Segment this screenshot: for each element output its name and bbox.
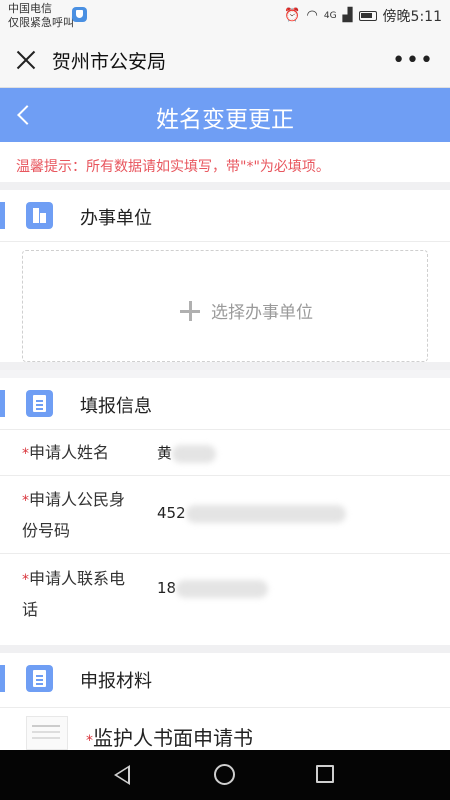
redacted-value [172, 444, 217, 463]
info-form: *申请人姓名 黄 *申请人公民身 份号码 452 *申请人联系电 话 18 [0, 430, 450, 653]
section-accent [0, 665, 5, 692]
building-icon [26, 202, 53, 229]
field-applicant-name[interactable]: *申请人姓名 黄 [0, 430, 450, 476]
section-header-info: 填报信息 [0, 378, 450, 430]
nav-recent-apps-icon[interactable] [316, 765, 334, 783]
material-label: *监护人书面申请书 [86, 726, 253, 750]
document-thumbnail[interactable] [26, 716, 68, 750]
required-mark: * [22, 572, 29, 588]
clock: 傍晚5:11 [382, 9, 442, 25]
section-title-materials: 申报材料 [80, 671, 152, 692]
material-item[interactable]: *监护人书面申请书 [0, 708, 450, 750]
required-mark: * [22, 493, 29, 509]
wifi-icon: ◠ [306, 8, 318, 23]
field-applicant-id[interactable]: *申请人公民身 份号码 452 [0, 476, 450, 554]
document-icon [26, 390, 53, 417]
network-type: 4G [323, 11, 337, 21]
plus-icon [180, 301, 200, 321]
page-header: 姓名变更更正 [0, 88, 450, 142]
carrier-name: 中国电信 [8, 2, 52, 15]
shield-icon [72, 7, 87, 22]
field-value-phone[interactable]: 18 [157, 579, 269, 598]
app-title-bar: 贺州市公安局 ••• [0, 34, 450, 88]
more-options-icon[interactable]: ••• [392, 50, 434, 72]
field-label: *申请人联系电 话 [22, 569, 126, 619]
nav-back-icon[interactable] [114, 765, 130, 785]
field-label: *申请人公民身 份号码 [22, 490, 126, 540]
carrier-info: 中国电信 仅限紧急呼叫 [8, 2, 74, 30]
notice-text: 温馨提示：所有数据请如实填写，带"*"为必填项。 [0, 142, 450, 190]
required-mark: * [86, 733, 93, 749]
field-label: *申请人姓名 [22, 443, 110, 462]
section-title-info: 填报信息 [80, 396, 152, 417]
select-unit-button[interactable]: 选择办事单位 [22, 250, 428, 362]
section-accent [0, 390, 5, 417]
redacted-value [176, 579, 269, 598]
emergency-text: 仅限紧急呼叫 [8, 16, 74, 29]
unit-area: 选择办事单位 [0, 242, 450, 370]
section-header-materials: 申报材料 [0, 653, 450, 708]
section-title-unit: 办事单位 [80, 208, 152, 229]
field-value-name[interactable]: 黄 [157, 442, 217, 463]
select-unit-label: 选择办事单位 [211, 303, 313, 323]
signal-icon: ▟ [342, 8, 353, 23]
required-mark: * [22, 446, 29, 462]
page-title: 姓名变更更正 [156, 107, 294, 133]
battery-icon [358, 11, 377, 21]
section-accent [0, 202, 5, 229]
redacted-value [185, 504, 346, 523]
document-icon [26, 665, 53, 692]
close-icon[interactable] [14, 48, 38, 72]
system-nav-bar [0, 750, 450, 800]
section-header-unit: 办事单位 [0, 190, 450, 242]
app-title: 贺州市公安局 [52, 51, 167, 73]
status-bar: 中国电信 仅限紧急呼叫 ⏰ ◠ 4G ▟ 傍晚5:11 [0, 0, 450, 34]
status-indicators: ⏰ ◠ 4G ▟ 傍晚5:11 [284, 6, 442, 26]
field-applicant-phone[interactable]: *申请人联系电 话 18 [0, 554, 450, 645]
alarm-icon: ⏰ [284, 8, 301, 23]
field-value-id[interactable]: 452 [157, 504, 346, 523]
nav-home-icon[interactable] [214, 764, 235, 785]
